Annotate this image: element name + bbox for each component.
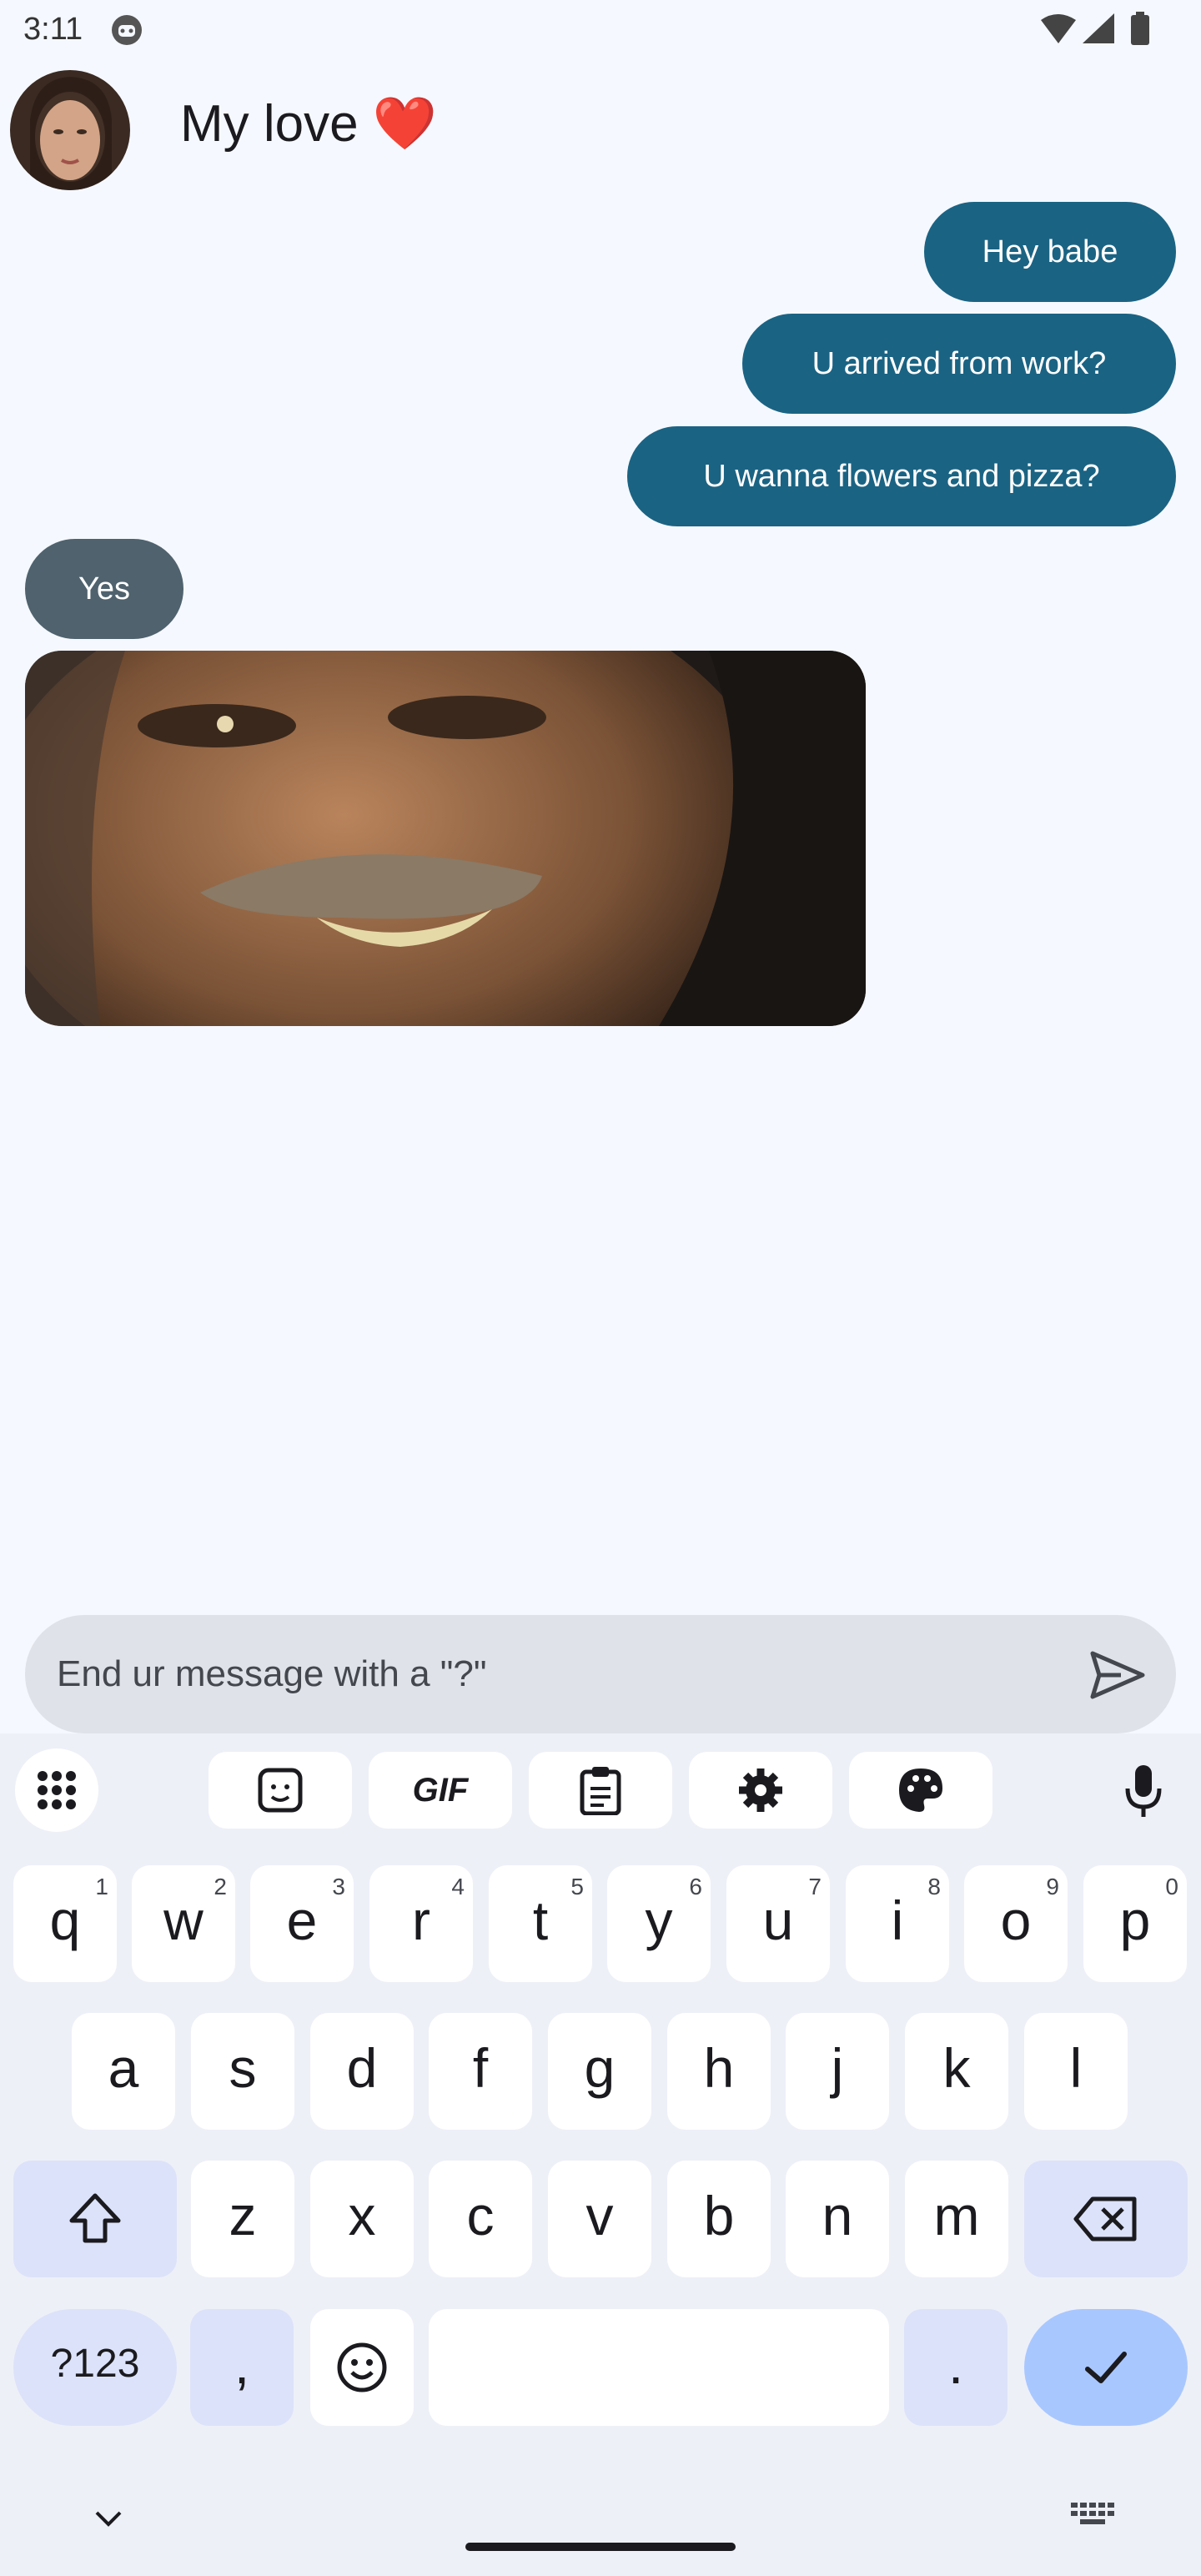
settings-gear-icon [739, 1768, 782, 1812]
emoji-key[interactable] [310, 2309, 414, 2426]
keyboard-switch-icon[interactable] [1071, 2503, 1114, 2528]
signal-icon [1083, 13, 1114, 43]
apps-grid-icon[interactable] [15, 1748, 98, 1832]
key-w[interactable]: w2 [132, 1865, 235, 1982]
key-x[interactable]: x [310, 2161, 414, 2277]
sticker-button[interactable] [209, 1752, 352, 1829]
chevron-down-icon[interactable] [90, 2501, 127, 2538]
key-n[interactable]: n [786, 2161, 889, 2277]
key-hint: 7 [808, 1874, 822, 1899]
key-m[interactable]: m [905, 2161, 1008, 2277]
key-label: t [532, 1889, 549, 1951]
period-key[interactable]: . [904, 2309, 1008, 2426]
key-label: w [163, 1889, 204, 1951]
shift-key[interactable] [13, 2161, 177, 2277]
key-label: o [1000, 1889, 1032, 1951]
key-e[interactable]: e3 [250, 1865, 354, 1982]
emoji-icon [337, 2342, 387, 2392]
battery-icon [1131, 12, 1149, 45]
settings-button[interactable] [689, 1752, 832, 1829]
key-j[interactable]: j [786, 2013, 889, 2130]
key-u[interactable]: u7 [726, 1865, 830, 1982]
message-input[interactable] [57, 1615, 1041, 1733]
key-v[interactable]: v [548, 2161, 651, 2277]
key-hint: 2 [214, 1874, 227, 1899]
key-label: i [891, 1889, 904, 1951]
clipboard-icon [580, 1767, 621, 1815]
key-label: p [1119, 1889, 1151, 1951]
key-l[interactable]: l [1024, 2013, 1128, 2130]
backspace-key[interactable] [1024, 2161, 1188, 2277]
comma-key[interactable]: , [190, 2309, 294, 2426]
status-icons [1039, 12, 1164, 48]
key-hint: 1 [95, 1874, 108, 1899]
key-f[interactable]: f [429, 2013, 532, 2130]
key-hint: 8 [927, 1874, 941, 1899]
checkmark-icon [1085, 2352, 1127, 2383]
key-z[interactable]: z [191, 2161, 294, 2277]
mic-icon[interactable] [1123, 1762, 1164, 1820]
avatar[interactable] [10, 70, 130, 190]
key-r[interactable]: r4 [369, 1865, 473, 1982]
contact-name[interactable]: My love ❤️ [180, 93, 437, 154]
keyboard [0, 1733, 1201, 2576]
key-h[interactable]: h [667, 2013, 771, 2130]
symbols-key[interactable]: ?123 [13, 2309, 177, 2426]
key-t[interactable]: t5 [489, 1865, 592, 1982]
wifi-icon [1041, 14, 1076, 43]
key-a[interactable]: a [72, 2013, 175, 2130]
sticker-icon [258, 1768, 303, 1813]
key-label: q [49, 1889, 81, 1951]
palette-icon [899, 1768, 942, 1812]
clipboard-button[interactable] [529, 1752, 672, 1829]
key-p[interactable]: p0 [1083, 1865, 1187, 1982]
key-q[interactable]: q1 [13, 1865, 117, 1982]
message-bubble-outgoing[interactable]: U wanna flowers and pizza? [627, 426, 1176, 526]
key-b[interactable]: b [667, 2161, 771, 2277]
key-i[interactable]: i8 [846, 1865, 949, 1982]
message-bubble-incoming[interactable]: Yes [25, 539, 183, 639]
gif-message-image[interactable] [25, 651, 866, 1026]
key-hint: 0 [1165, 1874, 1178, 1899]
gif-button[interactable]: GIF [369, 1752, 512, 1829]
key-hint: 4 [451, 1874, 465, 1899]
key-hint: 9 [1046, 1874, 1059, 1899]
message-bubble-outgoing[interactable]: Hey babe [924, 202, 1176, 302]
key-label: u [762, 1889, 794, 1951]
send-icon[interactable] [1088, 1645, 1148, 1705]
enter-key[interactable] [1024, 2309, 1188, 2426]
key-y[interactable]: y6 [607, 1865, 711, 1982]
home-indicator[interactable] [465, 2543, 736, 2551]
key-hint: 3 [332, 1874, 345, 1899]
key-label: e [286, 1889, 318, 1951]
key-c[interactable]: c [429, 2161, 532, 2277]
space-key[interactable] [429, 2309, 889, 2426]
backspace-icon [1073, 2196, 1137, 2241]
status-time: 3:11 [23, 12, 83, 47]
key-hint: 5 [570, 1874, 584, 1899]
notification-robot-icon [110, 13, 143, 47]
key-o[interactable]: o9 [964, 1865, 1068, 1982]
shift-icon [69, 2193, 121, 2243]
key-label: y [645, 1889, 673, 1951]
message-bubble-outgoing[interactable]: U arrived from work? [742, 314, 1176, 414]
key-k[interactable]: k [905, 2013, 1008, 2130]
message-composer [25, 1615, 1176, 1733]
key-label: r [412, 1889, 430, 1951]
theme-button[interactable] [849, 1752, 992, 1829]
key-hint: 6 [689, 1874, 702, 1899]
key-g[interactable]: g [548, 2013, 651, 2130]
key-d[interactable]: d [310, 2013, 414, 2130]
key-s[interactable]: s [191, 2013, 294, 2130]
